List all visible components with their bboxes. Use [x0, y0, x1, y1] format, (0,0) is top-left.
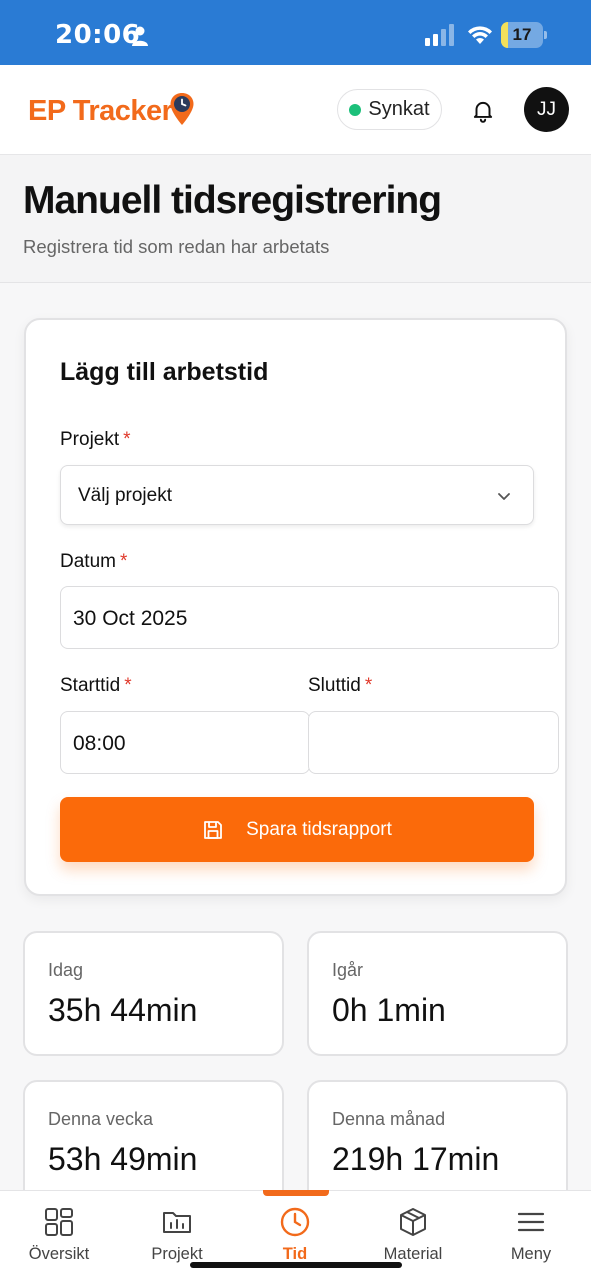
- active-tab-indicator: [263, 1190, 329, 1196]
- logo-text: EP Tracker: [28, 94, 173, 127]
- stat-card-week: Denna vecka 53h 49min: [23, 1080, 284, 1205]
- sync-status-label: Synkat: [368, 98, 430, 120]
- add-worktime-card: Lägg till arbetstid Projekt * Välj projek…: [24, 318, 567, 896]
- end-time-field[interactable]: [308, 711, 559, 774]
- nav-label: Meny: [510, 1245, 552, 1263]
- signal-icon: [425, 24, 454, 46]
- chevron-down-icon: [498, 493, 510, 500]
- battery-indicator: 17: [501, 22, 547, 48]
- nav-label: Översikt: [28, 1245, 90, 1263]
- stat-value: 219h 17min: [332, 1141, 500, 1177]
- date-label: Datum *: [60, 551, 128, 572]
- app-logo[interactable]: EP Tracker: [28, 91, 195, 131]
- date-field[interactable]: 30 Oct 2025: [60, 586, 559, 649]
- stat-label: Idag: [48, 960, 84, 980]
- stat-card-today: Idag 35h 44min: [23, 931, 284, 1056]
- card-title: Lägg till arbetstid: [60, 358, 269, 386]
- end-time-label: Sluttid *: [308, 675, 373, 696]
- app-header: EP Tracker Synkat JJ: [0, 65, 591, 155]
- folder-chart-icon: [163, 1212, 191, 1233]
- nav-item-oversikt[interactable]: Översikt: [0, 1191, 118, 1280]
- required-mark: *: [123, 429, 131, 450]
- save-timesheet-button[interactable]: Spara tidsrapport: [60, 797, 534, 862]
- project-select[interactable]: Välj projekt: [60, 465, 534, 525]
- save-button-label: Spara tidsrapport: [246, 818, 392, 840]
- stat-value: 0h 1min: [332, 992, 446, 1028]
- project-select-value: Välj projekt: [78, 485, 172, 506]
- save-icon: [204, 820, 223, 839]
- home-indicator[interactable]: [190, 1262, 402, 1268]
- battery-text: 17: [512, 25, 532, 44]
- date-field-value: 30 Oct 2025: [73, 607, 188, 630]
- required-mark: *: [124, 675, 132, 696]
- start-time-field[interactable]: 08:00: [60, 711, 310, 774]
- page-header: Manuell tidsregistrering Registrera tid …: [0, 155, 591, 283]
- start-time-value: 08:00: [73, 732, 126, 755]
- stat-label: Denna vecka: [48, 1109, 154, 1129]
- sync-status-dot: [349, 103, 362, 116]
- clock-icon: [280, 1207, 310, 1237]
- location-clock-icon: [170, 93, 194, 125]
- status-time: 20:06: [55, 20, 141, 50]
- stat-value: 35h 44min: [48, 992, 198, 1028]
- box-icon: [400, 1208, 426, 1236]
- nav-item-meny[interactable]: Meny: [472, 1191, 590, 1280]
- stat-label: Igår: [332, 960, 364, 980]
- wifi-icon: [468, 26, 492, 44]
- bell-icon[interactable]: [470, 98, 496, 124]
- stat-value: 53h 49min: [48, 1141, 198, 1177]
- project-label: Projekt *: [60, 429, 131, 450]
- sync-status-badge[interactable]: Synkat: [337, 89, 442, 130]
- avatar[interactable]: JJ: [524, 87, 569, 132]
- page-title: Manuell tidsregistrering: [23, 179, 442, 222]
- stat-label: Denna månad: [332, 1109, 446, 1129]
- menu-icon: [517, 1212, 545, 1232]
- person-icon: [132, 26, 148, 46]
- start-time-label: Starttid *: [60, 675, 132, 696]
- stat-card-month: Denna månad 219h 17min: [307, 1080, 568, 1205]
- required-mark: *: [364, 675, 373, 696]
- status-bar: 20:06 17: [0, 0, 591, 65]
- grid-icon: [45, 1208, 73, 1236]
- page-subtitle: Registrera tid som redan har arbetats: [23, 236, 330, 257]
- stat-card-yesterday: Igår 0h 1min: [307, 931, 568, 1056]
- required-mark: *: [119, 551, 128, 572]
